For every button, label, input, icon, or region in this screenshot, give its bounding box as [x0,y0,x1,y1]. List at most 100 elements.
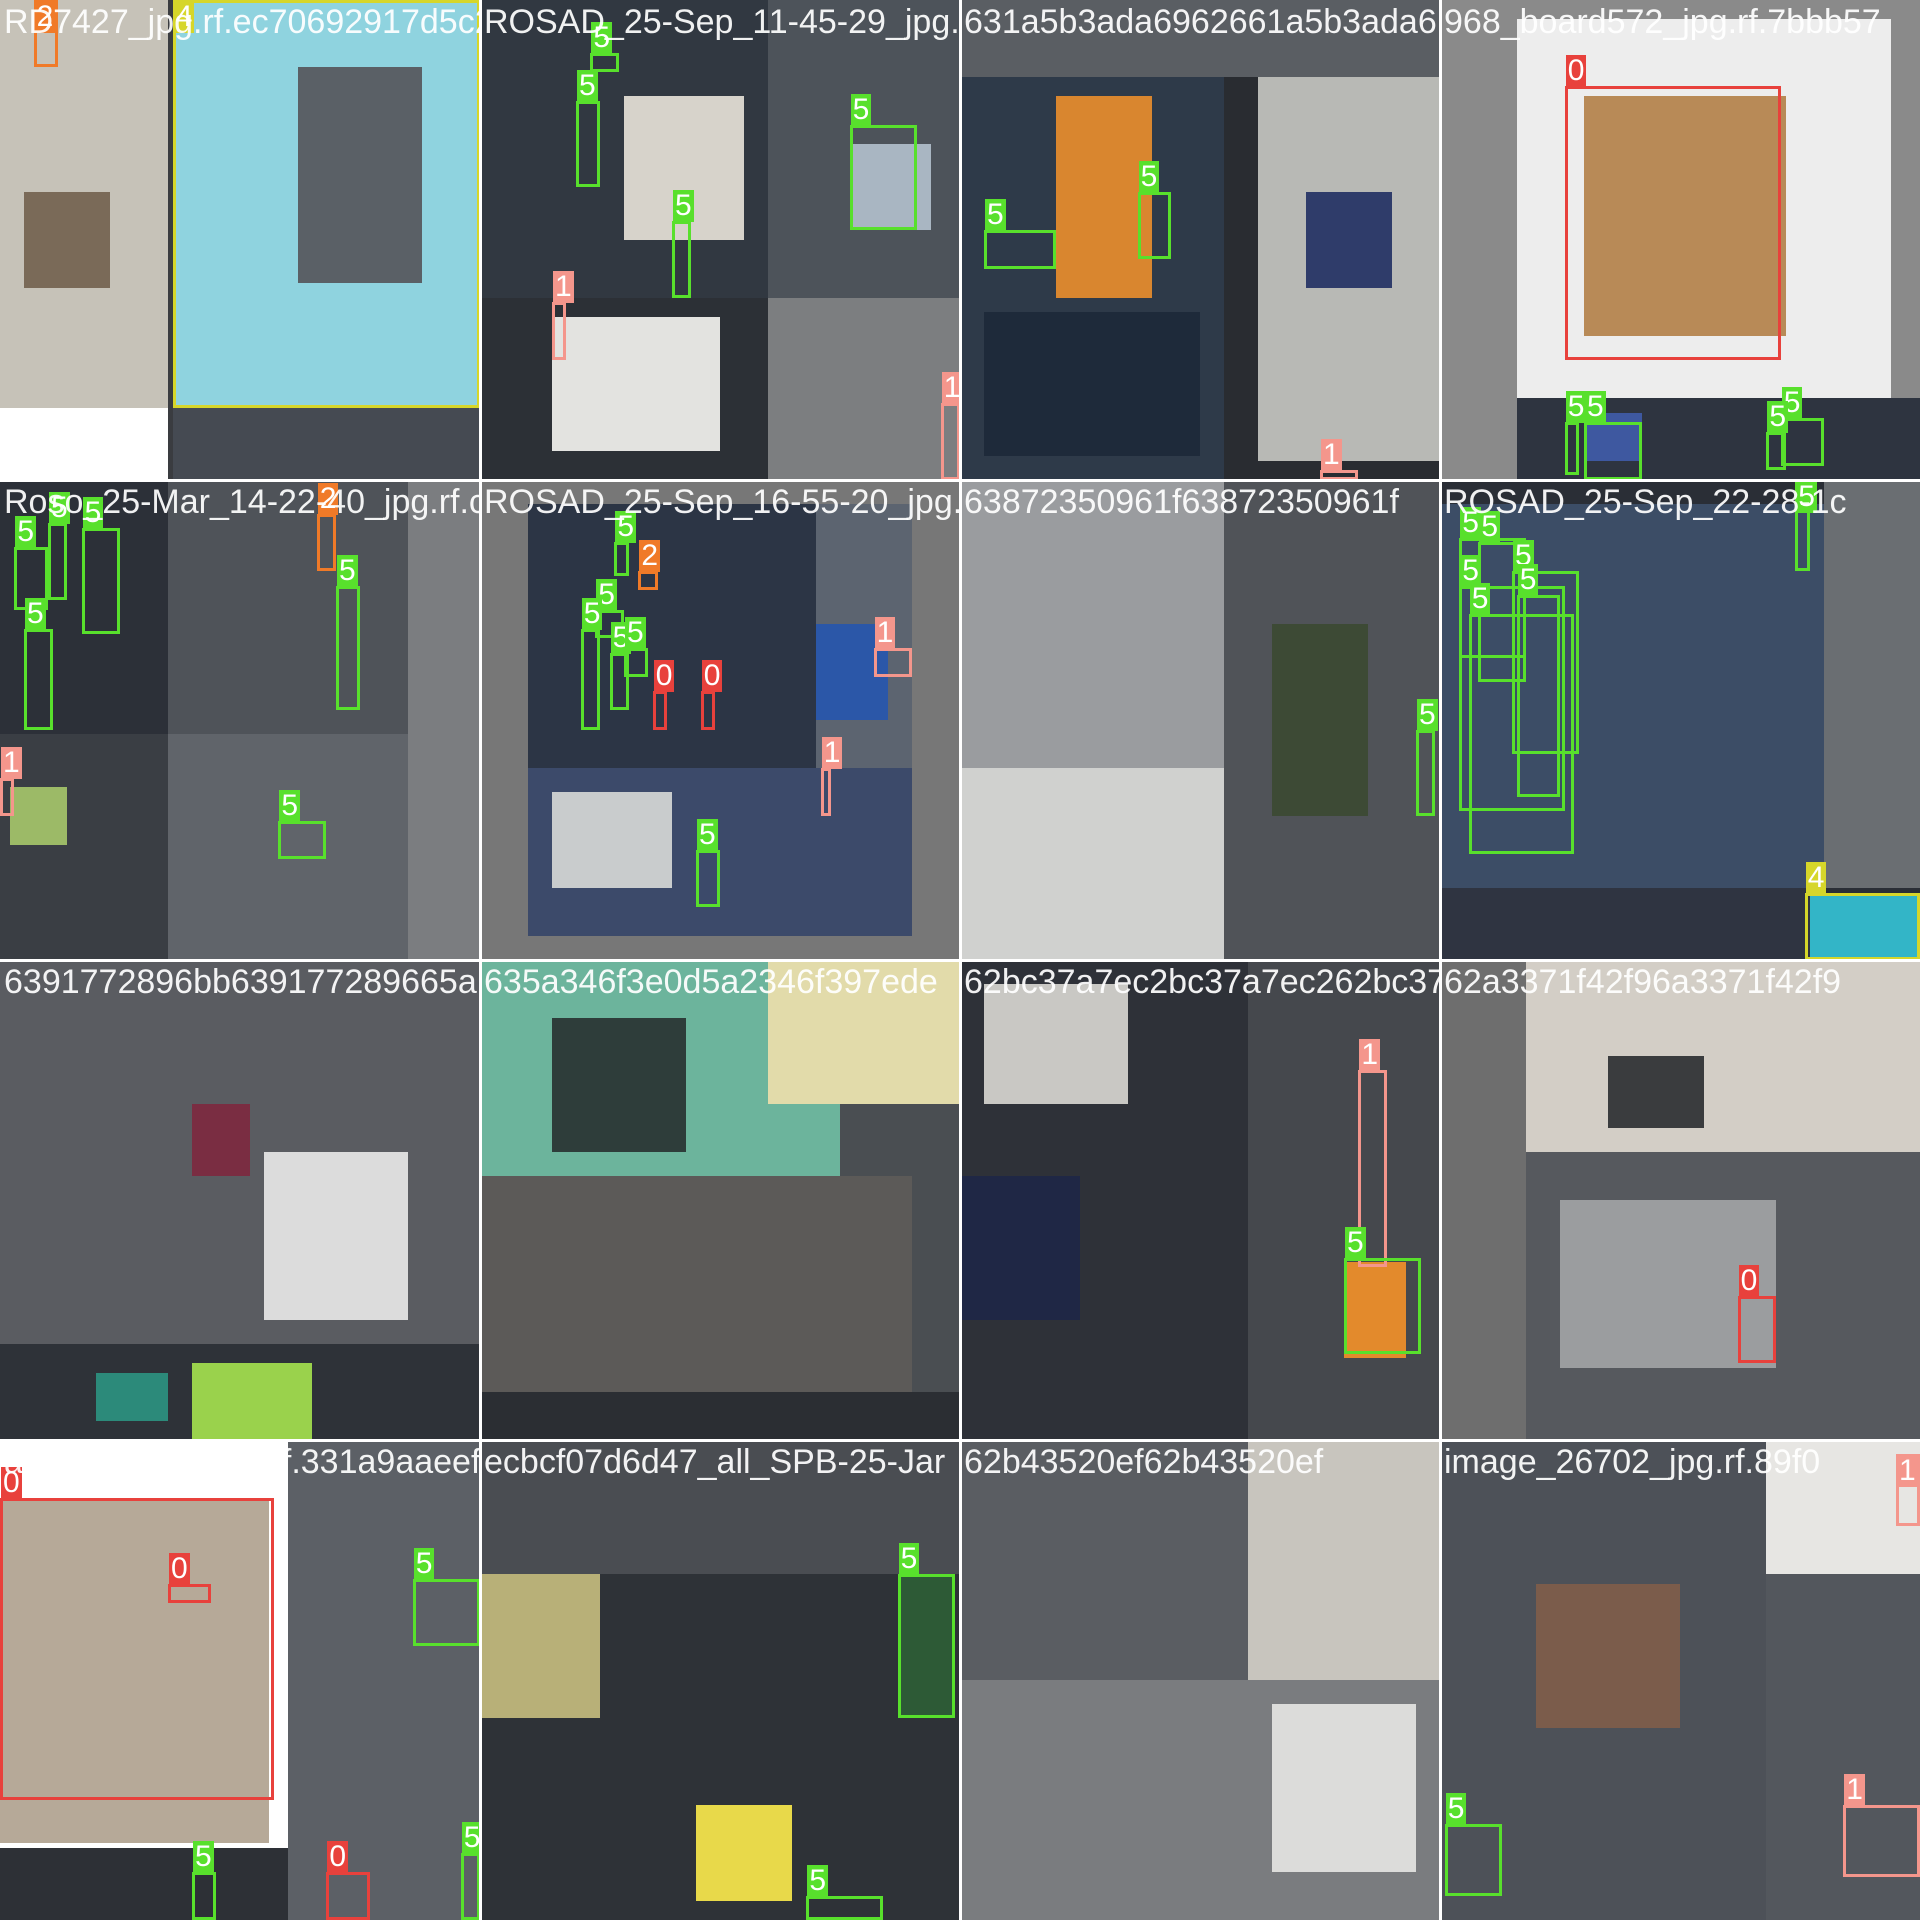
detection-box: 5 [1584,391,1642,480]
class-label: 1 [821,736,843,769]
filename-caption: 631a5b3ada6962661a5b3ada6 [964,3,1437,41]
detection-box: 5 [1444,1793,1503,1896]
detection-box: 5 [1344,1226,1421,1354]
detection-box: 1 [0,746,22,816]
image-region [1248,960,1440,1440]
detection-box: 4 [1804,861,1920,960]
detection-box: 5 [580,597,603,730]
class-label: 1 [553,270,574,304]
image-region [192,1363,312,1440]
detection-box: 5 [849,93,917,231]
class-label: 5 [625,616,646,649]
image-region [960,1176,1080,1320]
image-region [480,1574,600,1719]
class-label: 5 [1138,160,1160,193]
class-label: 0 [327,1840,349,1873]
class-label: 5 [337,553,358,587]
detection-box: 2 [638,540,661,591]
image-region [1536,1584,1680,1728]
class-label: 5 [850,92,872,126]
mosaic-grid: 24RD7427_jpg.rf.ec70692917d5c2d9ade729f1… [0,0,1920,1920]
image-region [1608,1056,1704,1128]
filename-caption: ROSAD_25-Sep_16-55-20_jpg.rf.c1a0b17d2de… [484,483,960,521]
filename-caption: ardboard582_jpg.rf.331a9aaeefa [4,1443,480,1481]
filename-caption: Roso_25-Mar_14-22-40_jpg.rf.c [4,483,480,521]
filename-caption: 6391772896bb639177289665a [4,963,477,1001]
class-label: 2 [639,539,661,573]
detection-box: 4 [172,0,480,408]
detection-box: 0 [700,660,723,730]
image-region [0,734,168,960]
class-label: 5 [898,1542,920,1576]
class-label: 0 [653,659,675,693]
class-label: 1 [1321,438,1342,472]
image-region [1305,192,1392,288]
image-region [528,504,816,768]
detection-box: 5 [81,497,120,634]
image-tile: 5 5 5 5 5 5 5 4 ROSAD_25-Sep_22-28-1c [1440,480,1920,960]
image-region [960,768,1224,960]
image-region [696,1804,792,1901]
filename-caption: ROSAD_25-Sep_11-45-29_jpg.rf.cc6 [484,3,960,41]
detection-box: 5 [624,617,648,677]
image-region [552,792,672,888]
class-label: 0 [169,1552,190,1585]
detection-box: 1 [873,617,912,677]
image-region [768,297,960,480]
class-label: 1 [941,372,960,405]
image-tile: 52555500115ROSAD_25-Sep_16-55-20_jpg.rf.… [480,480,960,960]
detection-box: 5 [897,1543,956,1719]
detection-box: 1 [552,271,574,360]
class-label: 1 [1359,1038,1381,1072]
image-tile: 5 5 5 5 2 5 1 5 Roso_25-Mar_14-22-40_jpg.rf.c [0,480,480,960]
class-label: 5 [985,198,1006,232]
detection-box: 0 [326,1841,370,1920]
image-region [1272,624,1368,816]
class-label: 5 [673,188,694,222]
image-region [408,480,480,960]
image-region [192,1104,250,1176]
detection-box: 5 [614,511,637,576]
class-label: 5 [807,1864,829,1897]
detection-box: 5 [24,597,53,730]
class-label: 5 [577,68,598,102]
detection-box: 5 [48,492,70,600]
class-label: 5 [1417,697,1438,731]
class-label: 5 [1565,390,1587,424]
detection-box: 1 [940,372,960,480]
image-region [172,408,480,480]
detection-box: 5 [984,199,1056,269]
image-region [96,1372,168,1421]
grid-divider [0,959,1920,962]
detection-box: 1 [1843,1773,1920,1877]
detection-box: 5 [1516,564,1560,797]
class-label: 0 [701,659,723,693]
class-label: 5 [25,596,46,630]
class-label: 5 [1345,1225,1366,1259]
class-label: 5 [1445,1792,1467,1825]
image-tile: 635a346f3e0d5a2346f397ede [480,960,960,1440]
filename-caption: 968_board572_jpg.rf.7bbb57 [1444,3,1881,41]
class-label: 5 [279,788,301,822]
class-label: 0 [1565,54,1587,88]
class-label: 1 [1,745,22,779]
image-region [0,408,168,480]
filename-caption: ROSAD_25-Sep_22-28-1c [1444,483,1847,521]
detection-box: 1 [1896,1454,1920,1527]
detection-box: 5 [672,189,694,298]
filename-caption: 63872350961f63872350961f [964,483,1399,521]
filename-caption: RD7427_jpg.rf.ec70692917d5c2d9ade729f1e5 [4,3,480,41]
filename-caption: ecbcf07d6d47_all_SPB-25-Jar [484,1443,946,1481]
class-label: 0 [1738,1264,1760,1297]
detection-box: 2 [316,482,339,572]
image-region [288,1440,480,1920]
detection-box: 5 [1564,391,1587,476]
image-region [1824,480,1920,888]
detection-box: 0 [1737,1265,1776,1364]
class-label: 5 [1517,563,1539,597]
image-region [1440,888,1824,960]
detection-box: 1 [820,737,843,816]
detection-box: 5 [460,1821,480,1920]
image-region [480,1392,960,1440]
detection-box: 5 [696,818,720,908]
